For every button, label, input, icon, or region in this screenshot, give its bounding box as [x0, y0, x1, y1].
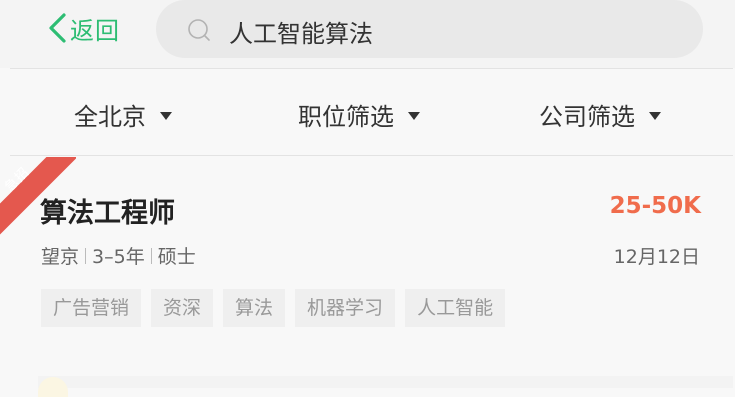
filter-company[interactable]: 公司筛选 [539, 97, 661, 132]
filter-label: 全北京 [74, 103, 146, 131]
job-meta: 望京 3–5年 硕士 [41, 242, 196, 269]
job-education: 硕士 [157, 246, 196, 268]
job-tags: 广告营销 资深 算法 机器学习 人工智能 [41, 289, 515, 327]
filter-label: 职位筛选 [298, 103, 394, 131]
filter-bar: 全北京 职位筛选 公司筛选 [0, 69, 735, 155]
caret-down-icon [160, 111, 172, 120]
job-tag: 资深 [151, 289, 214, 327]
job-experience: 3–5年 [92, 246, 145, 268]
job-tag: 广告营销 [41, 289, 142, 327]
meta-separator [150, 247, 152, 264]
chevron-left-icon [49, 13, 66, 43]
search-query: 人工智能算法 [229, 20, 373, 48]
job-card[interactable]: 急招 算法工程师 25-50K 望京 3–5年 硕士 12月12日 广告营销 资… [0, 157, 733, 397]
back-label: 返回 [70, 16, 120, 45]
search-icon [188, 19, 210, 41]
back-button[interactable]: 返回 [44, 10, 120, 46]
search-input[interactable]: 人工智能算法 [156, 0, 703, 58]
caret-down-icon [408, 111, 420, 120]
filter-position[interactable]: 职位筛选 [298, 97, 420, 132]
top-bar: 返回 人工智能算法 [0, 0, 735, 68]
job-title: 算法工程师 [40, 198, 175, 229]
caret-down-icon [649, 111, 661, 120]
job-location: 望京 [41, 246, 80, 268]
filter-divider [10, 155, 733, 156]
job-date: 12月12日 [613, 246, 700, 268]
job-salary: 25-50K [609, 193, 701, 219]
filter-location[interactable]: 全北京 [74, 97, 172, 132]
job-tag: 算法 [223, 289, 286, 327]
job-tag: 机器学习 [295, 289, 396, 327]
meta-separator [85, 247, 87, 264]
job-tag: 人工智能 [405, 289, 506, 327]
filter-label: 公司筛选 [539, 103, 635, 131]
next-card-edge [38, 376, 733, 388]
